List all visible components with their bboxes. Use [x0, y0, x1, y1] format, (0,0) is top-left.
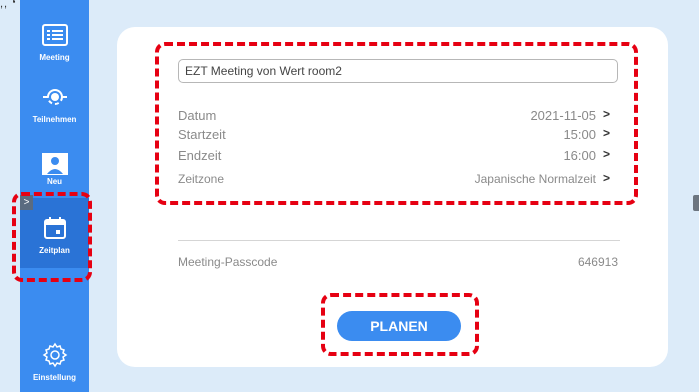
- divider: [178, 240, 620, 241]
- sidebar-item-label: Neu: [46, 177, 63, 186]
- passcode-label: Meeting-Passcode: [178, 255, 278, 269]
- gear-icon: [40, 340, 70, 370]
- sidebar-item-neu[interactable]: Neu: [20, 150, 89, 186]
- passcode-value: 646913: [577, 255, 618, 269]
- app-window: ,, ❛ ❜ ❛ ❜ ,, Meeting: [0, 0, 699, 392]
- list-icon: [40, 20, 70, 50]
- highlight-form-fields: [155, 42, 638, 205]
- person-screen-icon: [40, 150, 70, 180]
- sidebar-item-label: Einstellung: [32, 373, 77, 382]
- highlight-zeitplan-nav: [12, 192, 92, 282]
- sidebar-item-teilnehmen[interactable]: Teilnehmen: [20, 82, 89, 124]
- sidebar-item-label: Meeting: [39, 53, 70, 62]
- sidebar-item-label: Teilnehmen: [32, 115, 77, 124]
- sidebar-item-einstellung[interactable]: Einstellung: [20, 340, 89, 382]
- sidebar-item-meeting[interactable]: Meeting: [20, 20, 89, 62]
- join-icon: [40, 82, 70, 112]
- highlight-plan-button: [321, 293, 479, 356]
- right-panel-handle[interactable]: [693, 195, 699, 211]
